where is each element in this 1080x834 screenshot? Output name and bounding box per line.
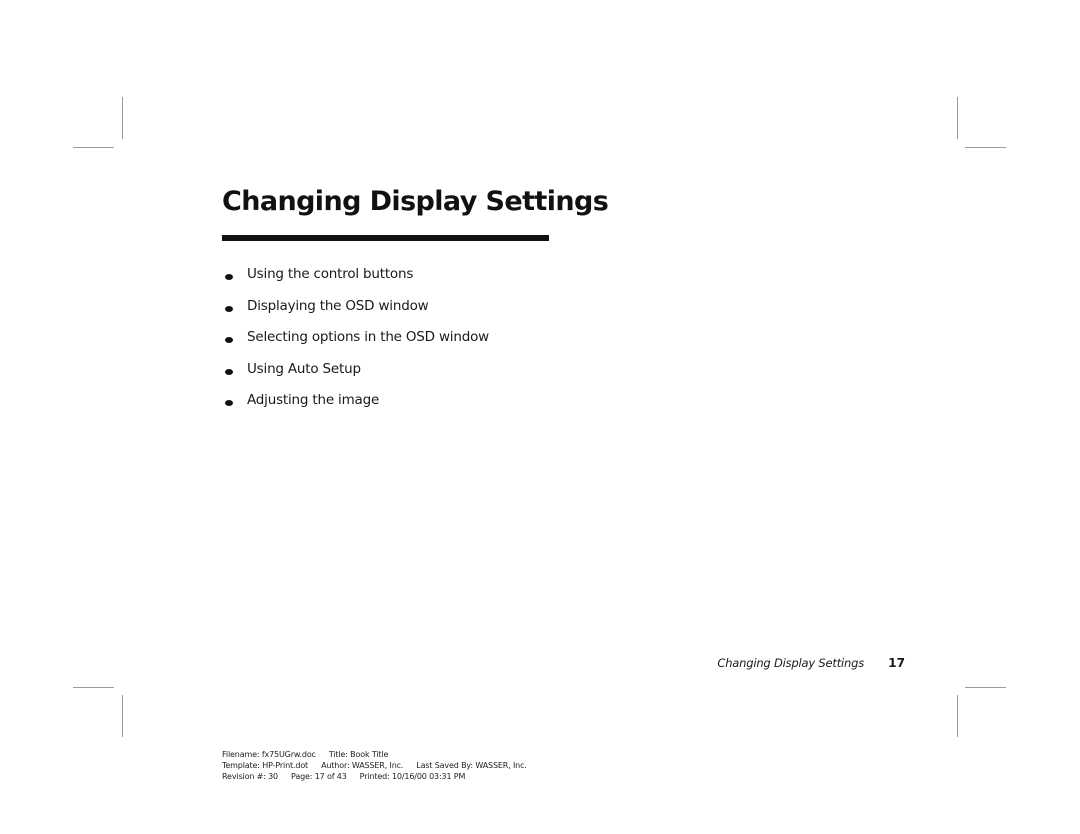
- bullet-icon: [225, 274, 233, 280]
- list-item-text: Using Auto Setup: [247, 360, 361, 377]
- document-info-row: Template: HP-Print.dot Author: WASSER, In…: [222, 760, 540, 771]
- list-item: Selecting options in the OSD window: [222, 329, 489, 361]
- crop-mark-bottom-right-horizontal: [965, 687, 1006, 688]
- document-info: Filename: fx75UGrw.doc Title: Book Title …: [222, 749, 540, 782]
- crop-mark-bottom-left-vertical: [122, 695, 123, 737]
- page-number: 17: [888, 656, 905, 670]
- list-item: Adjusting the image: [222, 392, 489, 424]
- printed-date-text: Printed: 10/16/00 03:31 PM: [359, 772, 466, 781]
- title-underline-rule: [222, 235, 549, 241]
- filename-text: Filename: fx75UGrw.doc: [222, 750, 316, 759]
- page-title: Changing Display Settings: [222, 186, 609, 217]
- crop-mark-bottom-right-vertical: [957, 695, 958, 737]
- running-footer-title: Changing Display Settings: [717, 656, 864, 670]
- document-info-row: Revision #: 30 Page: 17 of 43 Printed: 10/…: [222, 771, 540, 782]
- document-info-row: Filename: fx75UGrw.doc Title: Book Title: [222, 749, 540, 760]
- running-footer: Changing Display Settings 17: [700, 656, 905, 674]
- list-item-text: Selecting options in the OSD window: [247, 329, 489, 346]
- list-item-text: Using the control buttons: [247, 266, 414, 282]
- topic-list: Using the control buttons Displaying the…: [222, 266, 489, 424]
- page-count-text: Page: 17 of 43: [291, 772, 347, 781]
- bullet-icon: [225, 368, 233, 375]
- revision-text: Revision #: 30: [222, 772, 278, 781]
- bullet-icon: [225, 305, 233, 312]
- doc-title-text: Title: Book Title: [328, 750, 389, 759]
- crop-mark-top-right-vertical: [957, 97, 958, 139]
- list-item: Using Auto Setup: [222, 361, 489, 393]
- template-text: Template: HP-Print.dot: [222, 761, 309, 770]
- crop-mark-bottom-left-horizontal: [73, 687, 114, 688]
- bullet-icon: [225, 337, 233, 344]
- list-item-text: Adjusting the image: [247, 392, 380, 409]
- list-item: Using the control buttons: [222, 266, 489, 298]
- author-text: Author: WASSER, Inc.: [321, 761, 404, 770]
- bullet-icon: [225, 400, 233, 407]
- list-item: Displaying the OSD window: [222, 298, 489, 330]
- crop-mark-top-left-horizontal: [73, 147, 114, 148]
- last-saved-by-text: Last Saved By: WASSER, Inc.: [416, 761, 527, 770]
- crop-mark-top-left-vertical: [122, 97, 123, 139]
- list-item-text: Displaying the OSD window: [247, 297, 429, 314]
- crop-mark-top-right-horizontal: [965, 147, 1006, 148]
